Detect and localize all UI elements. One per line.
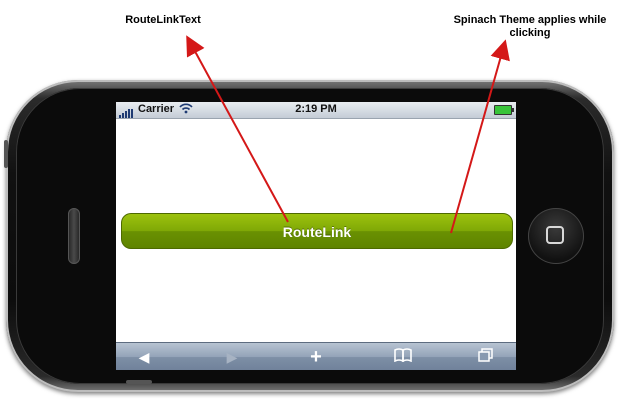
annotation-spinach-line2: clicking <box>509 27 551 39</box>
battery-icon <box>494 105 514 115</box>
mute-button <box>126 380 152 384</box>
annotation-routelinktext: RouteLinkText <box>125 14 201 26</box>
routelink-button[interactable]: RouteLink <box>121 213 513 249</box>
volume-button <box>4 140 8 168</box>
back-arrow-icon[interactable]: ◀ <box>132 348 156 366</box>
phone-screen: Carrier 2:19 PM RouteLink ◀ ▶ + <box>116 102 516 370</box>
annotation-spinach-theme: Spinach Theme applies while clicking <box>450 14 610 40</box>
browser-toolbar: ◀ ▶ + <box>116 342 516 370</box>
home-button[interactable] <box>528 208 584 264</box>
speaker-grille <box>68 208 80 264</box>
status-time: 2:19 PM <box>295 103 337 115</box>
pages-icon[interactable] <box>474 348 498 366</box>
bookmarks-icon[interactable] <box>391 348 415 366</box>
plus-icon[interactable]: + <box>304 347 328 367</box>
home-square-icon <box>546 226 564 244</box>
annotation-spinach-line1: Spinach Theme applies while <box>453 14 607 26</box>
forward-arrow-icon[interactable]: ▶ <box>220 348 244 366</box>
status-bar: Carrier 2:19 PM <box>116 102 516 119</box>
